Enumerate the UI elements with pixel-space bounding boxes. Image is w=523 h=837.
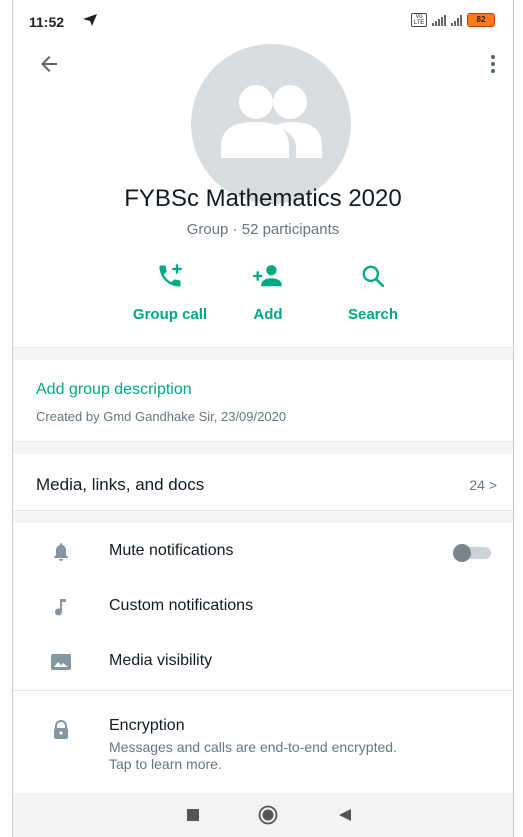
add-participant-button[interactable]: Add [243, 258, 293, 323]
back-arrow-icon[interactable] [37, 52, 61, 76]
search-label: Search [347, 306, 399, 323]
add-label: Add [253, 306, 283, 323]
recents-button[interactable] [183, 805, 203, 825]
group-call-button[interactable]: Group call [125, 258, 215, 323]
custom-notifications-label: Custom notifications [109, 597, 254, 614]
more-options-icon[interactable] [481, 52, 505, 76]
group-people-icon [221, 85, 322, 158]
status-time: 11:52 [29, 14, 65, 30]
circle-icon [258, 805, 278, 825]
bell-icon [54, 543, 68, 561]
group-avatar[interactable] [191, 44, 351, 204]
media-links-docs-row[interactable]: Media, links, and docs 24 > [13, 463, 513, 507]
signal-icon [451, 14, 462, 26]
image-icon [51, 654, 71, 670]
media-visibility-row[interactable]: Media visibility [13, 637, 513, 687]
group-meta: Group · 52 participants [186, 221, 340, 238]
volte-icon: Vo LTE [411, 13, 427, 27]
created-by-text: Created by Gmd Gandhake Sir, 23/09/2020 [36, 409, 287, 424]
music-note-icon [55, 599, 66, 616]
group-call-label: Group call [132, 306, 208, 323]
group-info-screen: 11:52 Vo LTE 82 FYBSc Mathematics 2020 Gr… [12, 0, 514, 837]
add-description-link[interactable]: Add group description [36, 381, 192, 399]
mute-notifications-label: Mute notifications [109, 542, 234, 559]
status-bar: 11:52 Vo LTE 82 [13, 0, 513, 40]
media-visibility-label: Media visibility [109, 652, 213, 669]
home-button[interactable] [258, 805, 278, 825]
section-divider [13, 347, 513, 360]
search-icon [362, 265, 385, 288]
back-nav-button[interactable] [335, 805, 355, 825]
system-nav-bar [13, 793, 513, 837]
toggle-knob [453, 544, 471, 562]
group-name: FYBSc Mathematics 2020 [124, 185, 402, 212]
add-participant-icon [253, 265, 282, 287]
lock-icon [54, 720, 68, 739]
battery-icon: 82 [467, 13, 495, 27]
encryption-title: Encryption [109, 717, 185, 734]
square-icon [187, 809, 199, 821]
location-arrow-icon [83, 14, 97, 26]
media-count: 24 > [469, 477, 497, 493]
mute-notifications-row[interactable]: Mute notifications [13, 527, 513, 577]
section-divider [13, 510, 513, 523]
section-divider [13, 441, 513, 454]
status-icons: Vo LTE 82 [411, 13, 495, 27]
divider [13, 690, 513, 691]
mute-toggle[interactable] [453, 544, 493, 562]
group-call-icon [159, 264, 182, 287]
search-button[interactable]: Search [338, 258, 408, 323]
media-label: Media, links, and docs [36, 475, 205, 494]
encryption-subtitle: Messages and calls are end-to-end encryp… [109, 739, 397, 772]
custom-notifications-row[interactable]: Custom notifications [13, 582, 513, 632]
triangle-back-icon [339, 809, 351, 821]
signal-4g-icon [432, 14, 446, 26]
